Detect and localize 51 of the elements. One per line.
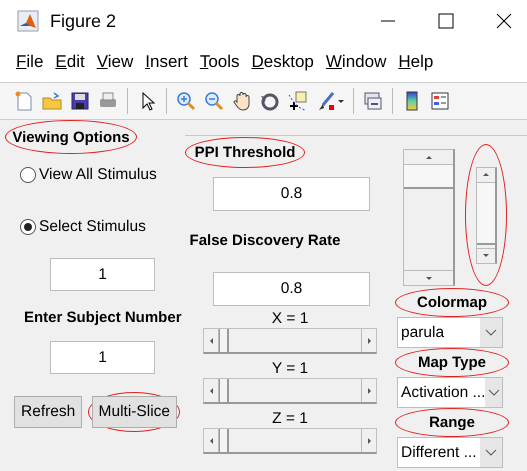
- button[interactable]: Multi-Slice: [92, 396, 178, 428]
- field-label: Enter Subject Number: [24, 309, 182, 326]
- field-label: Map Type: [418, 354, 486, 371]
- slider-label: Z = 1: [271, 410, 309, 428]
- app-icon: [17, 10, 39, 32]
- window-title: Figure 2: [50, 10, 118, 32]
- field-label: False Discovery Rate: [190, 232, 340, 248]
- slider-thumb[interactable]: [219, 379, 229, 402]
- radio-button[interactable]: [20, 167, 36, 183]
- horizontal-slider[interactable]: [203, 378, 377, 404]
- menu-item[interactable]: Edit: [53, 50, 91, 74]
- field-label: Colormap: [416, 294, 487, 311]
- dropdown[interactable]: Activation ...: [397, 377, 503, 408]
- menu-item[interactable]: Desktop: [250, 50, 320, 74]
- chevron-icon: [488, 388, 500, 396]
- vertical-scrollbar[interactable]: [403, 149, 455, 286]
- input-field[interactable]: 0.8: [213, 177, 370, 211]
- field-label: PPI Threshold: [194, 144, 296, 161]
- chevron-icon: [485, 448, 497, 456]
- legend-icon[interactable]: [429, 90, 451, 112]
- panel-title: Viewing Options: [12, 128, 130, 146]
- input-field[interactable]: 1: [50, 341, 155, 374]
- horizontal-slider[interactable]: [203, 328, 377, 354]
- menu-item[interactable]: Tools: [198, 50, 246, 74]
- dropdown[interactable]: Different ...: [397, 437, 503, 468]
- menu-item[interactable]: View: [94, 50, 140, 74]
- button[interactable]: Refresh: [14, 396, 82, 428]
- chevron-icon: [485, 328, 497, 336]
- slider-label: X = 1: [270, 310, 310, 328]
- radio-label: View All Stimulus: [39, 166, 157, 184]
- folder-icon[interactable]: [41, 90, 63, 112]
- radio-button[interactable]: [20, 219, 36, 235]
- input-field[interactable]: 1: [50, 258, 155, 291]
- slider-thumb[interactable]: [219, 329, 229, 352]
- input-field[interactable]: 0.8: [213, 272, 370, 306]
- data-cursor-icon[interactable]: [287, 90, 309, 112]
- radio-label: Select Stimulus: [39, 218, 146, 236]
- menu-item[interactable]: Help: [396, 50, 440, 74]
- vertical-scrollbar[interactable]: [476, 166, 496, 264]
- slider-label: Y = 1: [270, 360, 310, 378]
- field-label: Range: [429, 414, 475, 431]
- dropdown[interactable]: parula: [397, 317, 503, 348]
- zoom-out-icon[interactable]: [203, 90, 225, 112]
- menu-item[interactable]: Insert: [143, 50, 194, 74]
- zoom-in-icon[interactable]: [175, 90, 197, 112]
- linked-windows-icon[interactable]: [362, 90, 384, 112]
- menu-item[interactable]: File: [14, 50, 50, 74]
- menu-item[interactable]: Window: [324, 50, 392, 74]
- slider-thumb[interactable]: [219, 429, 229, 452]
- horizontal-slider[interactable]: [203, 428, 377, 454]
- save-icon[interactable]: [69, 90, 91, 112]
